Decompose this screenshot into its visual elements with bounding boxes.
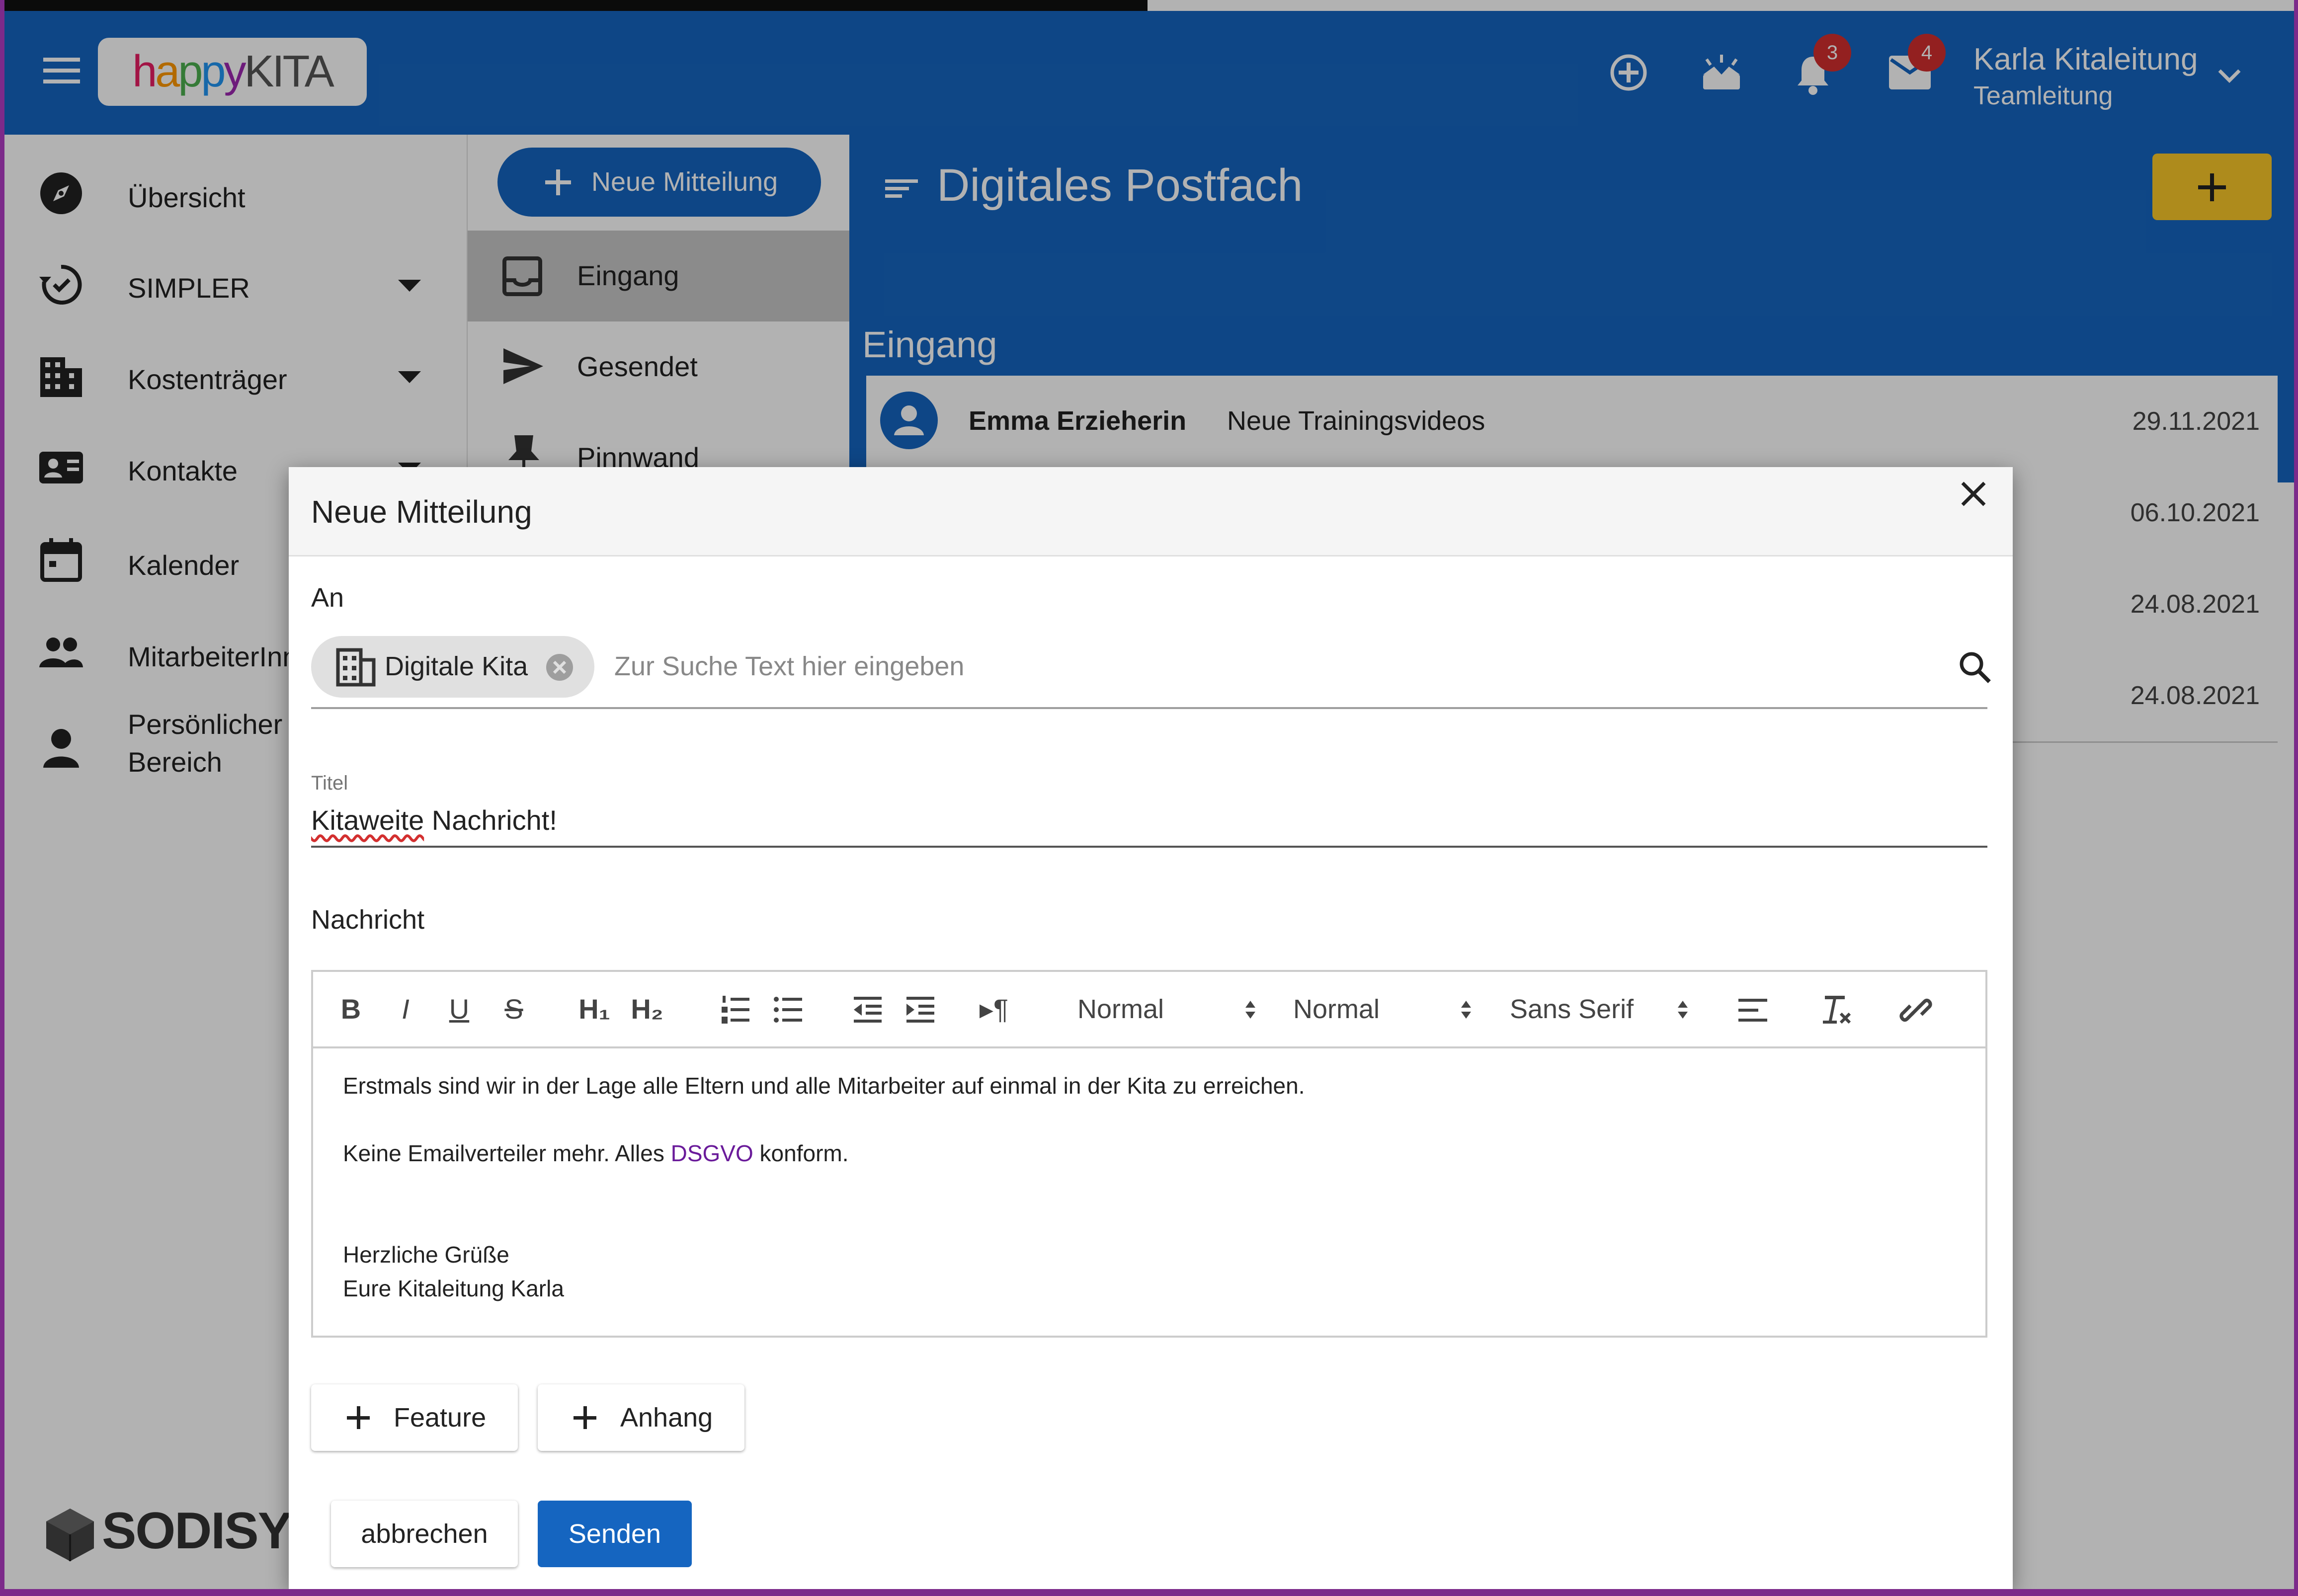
plus-icon — [347, 1406, 370, 1429]
recipient-chip-label: Digitale Kita — [385, 651, 528, 681]
close-icon[interactable] — [1960, 480, 1987, 508]
h2-button[interactable]: H₂ — [627, 990, 667, 1029]
header-select[interactable]: Normal — [1293, 990, 1472, 1029]
italic-button[interactable]: I — [391, 990, 420, 1029]
cancel-button[interactable]: abbrechen — [331, 1501, 518, 1567]
title-input[interactable]: Kitaweite Nachricht! — [311, 804, 557, 836]
bullet-list-icon[interactable] — [773, 995, 803, 1025]
dialog-header: Neue Mitteilung — [289, 467, 2013, 557]
link-icon[interactable] — [1899, 994, 1932, 1027]
app-window: happyKITA 3 4 Karla Kitaleitung Teamleit… — [4, 0, 2294, 1589]
message-label: Nachricht — [311, 905, 425, 935]
search-icon[interactable] — [1959, 651, 1991, 684]
editor-line: Erstmals sind wir in der Lage alle Elter… — [343, 1073, 1305, 1099]
title-label: Titel — [311, 772, 348, 794]
font-select[interactable]: Sans Serif — [1510, 990, 1689, 1029]
rich-text-editor: B I U S H₁ H₂ ▸¶ Normal Normal Sans Seri… — [311, 970, 1987, 1338]
clear-format-icon[interactable] — [1821, 994, 1853, 1026]
recipient-chip[interactable]: Digitale Kita — [311, 636, 594, 698]
indent-icon[interactable] — [905, 995, 935, 1025]
dsgvo-link[interactable]: DSGVO — [671, 1140, 753, 1166]
editor-content[interactable]: Erstmals sind wir in der Lage alle Elter… — [313, 1048, 1985, 1336]
ordered-list-icon[interactable] — [721, 995, 750, 1025]
title-underline — [311, 846, 1987, 848]
plus-icon — [574, 1406, 596, 1429]
select-arrows-icon — [1245, 1001, 1255, 1019]
recipient-underline — [311, 707, 1987, 709]
send-button[interactable]: Senden — [538, 1501, 692, 1567]
recipient-search-input[interactable]: Zur Suche Text hier eingeben — [614, 651, 964, 682]
h1-button[interactable]: H₁ — [574, 990, 614, 1029]
outdent-icon[interactable] — [853, 995, 883, 1025]
to-label: An — [311, 583, 344, 613]
building-icon — [336, 647, 376, 687]
dialog-title: Neue Mitteilung — [311, 494, 532, 530]
size-select[interactable]: Normal — [1077, 990, 1256, 1029]
editor-line: Herzliche Grüße — [343, 1242, 509, 1268]
editor-toolbar: B I U S H₁ H₂ ▸¶ Normal Normal Sans Seri… — [313, 972, 1985, 1048]
select-arrows-icon — [1678, 1001, 1688, 1019]
new-message-dialog: Neue Mitteilung An Digitale Kita Zur Suc… — [289, 467, 2013, 1589]
bold-button[interactable]: B — [336, 990, 366, 1029]
add-feature-button[interactable]: Feature — [311, 1384, 518, 1451]
select-arrows-icon — [1461, 1001, 1471, 1019]
align-left-icon[interactable] — [1738, 998, 1768, 1023]
text-direction-button[interactable]: ▸¶ — [974, 990, 1014, 1029]
remove-chip-icon[interactable] — [546, 653, 574, 681]
strike-button[interactable]: S — [499, 990, 529, 1029]
underline-button[interactable]: U — [444, 990, 474, 1029]
editor-line: Keine Emailverteiler mehr. Alles DSGVO k… — [343, 1140, 849, 1166]
add-attachment-button[interactable]: Anhang — [538, 1384, 744, 1451]
editor-line: Eure Kitaleitung Karla — [343, 1276, 564, 1301]
